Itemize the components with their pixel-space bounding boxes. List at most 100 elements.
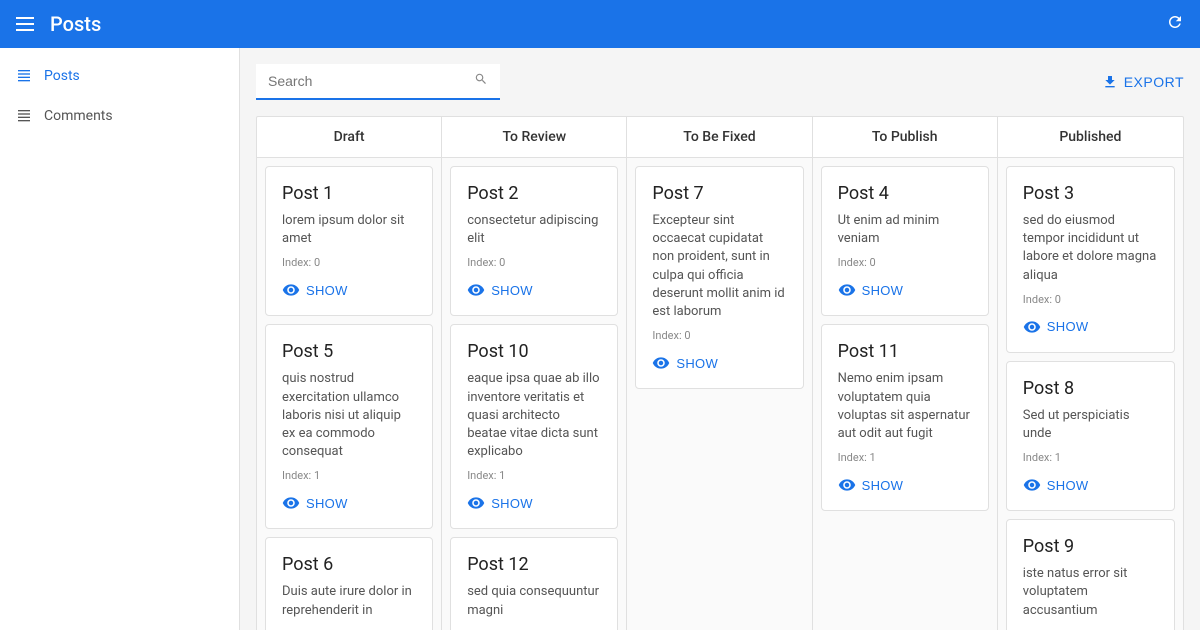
sidebar: Posts Comments <box>0 48 240 630</box>
kanban-col-header-to-be-fixed: To Be Fixed <box>627 117 812 157</box>
post-body: iste natus error sit voluptatem accusant… <box>1023 565 1158 620</box>
sidebar-comments-label: Comments <box>44 108 113 124</box>
kanban-board: DraftTo ReviewTo Be FixedTo PublishPubli… <box>256 116 1184 630</box>
search-input[interactable] <box>268 73 466 89</box>
post-card[interactable]: Post 7 Excepteur sint occaecat cupidatat … <box>635 166 803 389</box>
show-button[interactable]: SHOW <box>652 354 718 372</box>
show-label: SHOW <box>306 283 348 298</box>
post-title: Post 8 <box>1023 378 1158 399</box>
show-button[interactable]: SHOW <box>282 494 348 512</box>
post-card[interactable]: Post 5 quis nostrud exercitation ullamco … <box>265 324 433 529</box>
kanban-column-to-publish: Post 4Ut enim ad minim veniamIndex: 0SHO… <box>813 158 998 630</box>
sidebar-item-posts[interactable]: Posts <box>0 56 239 96</box>
kanban-col-header-to-publish: To Publish <box>813 117 998 157</box>
post-body: consectetur adipiscing elit <box>467 212 601 248</box>
post-title: Post 1 <box>282 183 416 204</box>
show-label: SHOW <box>1047 319 1089 334</box>
sidebar-item-comments[interactable]: Comments <box>0 96 239 136</box>
kanban-column-to-be-fixed: Post 7 Excepteur sint occaecat cupidatat … <box>627 158 812 630</box>
post-body: quis nostrud exercitation ullamco labori… <box>282 370 416 461</box>
export-button[interactable]: EXPORT <box>1102 74 1184 90</box>
app-bar: Posts <box>0 0 1200 48</box>
post-title: Post 7 <box>652 183 786 204</box>
main-layout: Posts Comments <box>0 48 1200 630</box>
post-index: Index: 1 <box>1023 451 1158 464</box>
main-content: EXPORT DraftTo ReviewTo Be FixedTo Publi… <box>240 48 1200 630</box>
post-title: Post 10 <box>467 341 601 362</box>
export-label: EXPORT <box>1124 74 1184 90</box>
eye-icon <box>282 281 300 299</box>
show-label: SHOW <box>1047 478 1089 493</box>
search-box[interactable] <box>256 64 500 100</box>
post-body: lorem ipsum dolor sit amet <box>282 212 416 248</box>
post-index: Index: 1 <box>467 469 601 482</box>
post-card[interactable]: Post 10 eaque ipsa quae ab illo inventore… <box>450 324 618 529</box>
show-label: SHOW <box>862 478 904 493</box>
kanban-col-header-to-review: To Review <box>442 117 627 157</box>
post-card[interactable]: Post 9 iste natus error sit voluptatem ac… <box>1006 519 1175 630</box>
show-button[interactable]: SHOW <box>838 281 904 299</box>
eye-icon <box>838 476 856 494</box>
show-button[interactable]: SHOW <box>838 476 904 494</box>
eye-icon <box>467 281 485 299</box>
post-title: Post 3 <box>1023 183 1158 204</box>
post-index: Index: 0 <box>838 256 972 269</box>
show-button[interactable]: SHOW <box>1023 318 1089 336</box>
search-icon <box>474 72 488 90</box>
eye-icon <box>838 281 856 299</box>
post-card[interactable]: Post 4Ut enim ad minim veniamIndex: 0SHO… <box>821 166 989 316</box>
show-label: SHOW <box>862 283 904 298</box>
kanban-col-header-published: Published <box>998 117 1183 157</box>
post-card[interactable]: Post 2consectetur adipiscing elitIndex: … <box>450 166 618 316</box>
post-index: Index: 0 <box>652 329 786 342</box>
show-button[interactable]: SHOW <box>1023 476 1089 494</box>
show-label: SHOW <box>491 496 533 511</box>
show-button[interactable]: SHOW <box>467 494 533 512</box>
post-index: Index: 0 <box>1023 293 1158 306</box>
post-index: Index: 1 <box>282 469 416 482</box>
post-title: Post 12 <box>467 554 601 575</box>
show-label: SHOW <box>676 356 718 371</box>
post-body: Nemo enim ipsam voluptatem quia voluptas… <box>838 370 972 443</box>
post-title: Post 6 <box>282 554 416 575</box>
show-button[interactable]: SHOW <box>282 281 348 299</box>
post-card[interactable]: Post 11 Nemo enim ipsam voluptatem quia v… <box>821 324 989 511</box>
post-body: Excepteur sint occaecat cupidatat non pr… <box>652 212 786 321</box>
post-card[interactable]: Post 6 Duis aute irure dolor in reprehend… <box>265 537 433 630</box>
post-body: Sed ut perspiciatis unde <box>1023 407 1158 443</box>
post-title: Post 11 <box>838 341 972 362</box>
post-title: Post 2 <box>467 183 601 204</box>
post-body: eaque ipsa quae ab illo inventore verita… <box>467 370 601 461</box>
posts-icon <box>16 68 32 84</box>
eye-icon <box>467 494 485 512</box>
show-button[interactable]: SHOW <box>467 281 533 299</box>
kanban-body: Post 1 lorem ipsum dolor sit amet Index: 0… <box>257 158 1183 630</box>
post-card[interactable]: Post 3 sed do eiusmod tempor incididunt u… <box>1006 166 1175 353</box>
kanban-col-header-draft: Draft <box>257 117 442 157</box>
refresh-icon[interactable] <box>1166 13 1184 36</box>
menu-icon[interactable] <box>16 12 34 36</box>
eye-icon <box>1023 476 1041 494</box>
post-body: sed do eiusmod tempor incididunt ut labo… <box>1023 212 1158 285</box>
show-label: SHOW <box>491 283 533 298</box>
toolbar: EXPORT <box>256 64 1184 100</box>
show-label: SHOW <box>306 496 348 511</box>
post-index: Index: 1 <box>838 451 972 464</box>
post-title: Post 4 <box>838 183 972 204</box>
post-title: Post 5 <box>282 341 416 362</box>
kanban-header: DraftTo ReviewTo Be FixedTo PublishPubli… <box>257 117 1183 158</box>
eye-icon <box>652 354 670 372</box>
post-card[interactable]: Post 12sed quia consequuntur magniSHOW <box>450 537 618 630</box>
eye-icon <box>282 494 300 512</box>
kanban-column-published: Post 3 sed do eiusmod tempor incididunt u… <box>998 158 1183 630</box>
post-card[interactable]: Post 8 Sed ut perspiciatis unde Index: 1 SH… <box>1006 361 1175 511</box>
kanban-column-to-review: Post 2 consectetur adipiscing elit Index: … <box>442 158 627 630</box>
post-body: Duis aute irure dolor in reprehenderit i… <box>282 583 416 619</box>
post-index: Index: 0 <box>282 256 416 269</box>
post-body: sed quia consequuntur magni <box>467 583 601 619</box>
comments-icon <box>16 108 32 124</box>
post-card[interactable]: Post 1 lorem ipsum dolor sit amet Index: 0… <box>265 166 433 316</box>
app-title: Posts <box>50 12 1166 36</box>
post-title: Post 9 <box>1023 536 1158 557</box>
kanban-column-draft: Post 1 lorem ipsum dolor sit amet Index: 0… <box>257 158 442 630</box>
